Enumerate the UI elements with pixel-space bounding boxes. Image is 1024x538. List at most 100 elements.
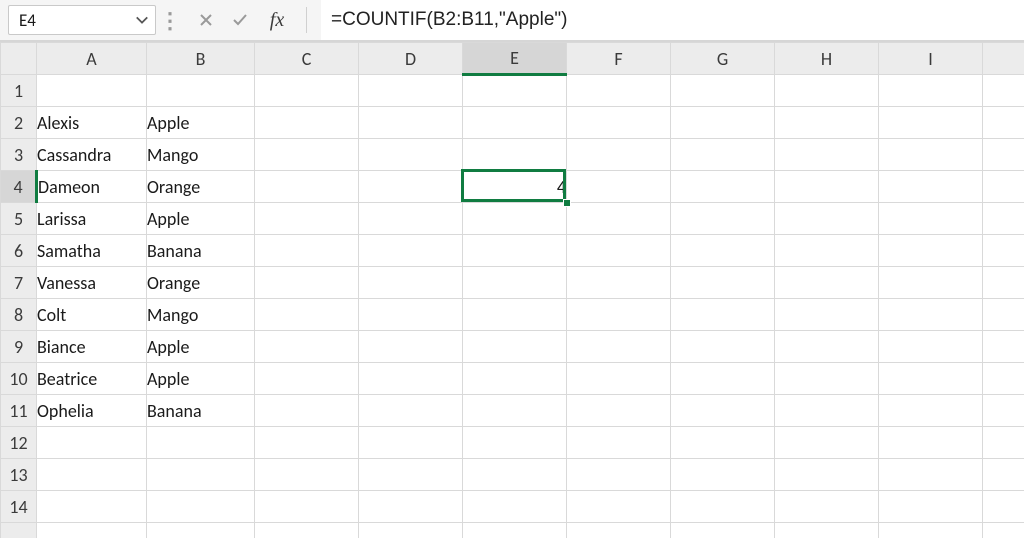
cell-F6[interactable] — [567, 235, 671, 267]
cell-A12[interactable] — [37, 427, 147, 459]
cell-H3[interactable] — [775, 139, 879, 171]
cell-D7[interactable] — [359, 267, 463, 299]
cell-C4[interactable] — [255, 171, 359, 203]
cell-D3[interactable] — [359, 139, 463, 171]
cell-J8[interactable] — [983, 299, 1024, 331]
row-header-11[interactable]: 11 — [1, 395, 37, 427]
cell-J12[interactable] — [983, 427, 1024, 459]
cell-H11[interactable] — [775, 395, 879, 427]
cell-I10[interactable] — [879, 363, 983, 395]
row-header-8[interactable]: 8 — [1, 299, 37, 331]
cell-D12[interactable] — [359, 427, 463, 459]
cell-A5[interactable]: Larissa — [37, 203, 147, 235]
cell-A10[interactable]: Beatrice — [37, 363, 147, 395]
row-header-1[interactable]: 1 — [1, 75, 37, 107]
cell-B4[interactable]: Orange — [147, 171, 255, 203]
col-header-E[interactable]: E — [463, 43, 567, 75]
cell-J6[interactable] — [983, 235, 1024, 267]
cell-G12[interactable] — [671, 427, 775, 459]
cell-J14[interactable] — [983, 491, 1024, 523]
row-header-14[interactable]: 14 — [1, 491, 37, 523]
cell-F9[interactable] — [567, 331, 671, 363]
cell-I6[interactable] — [879, 235, 983, 267]
cell-B11[interactable]: Banana — [147, 395, 255, 427]
cell-I1[interactable] — [879, 75, 983, 107]
cell-H10[interactable] — [775, 363, 879, 395]
cell-H2[interactable] — [775, 107, 879, 139]
cell-A14[interactable] — [37, 491, 147, 523]
cell-E2[interactable] — [463, 107, 567, 139]
cell-C5[interactable] — [255, 203, 359, 235]
cell-G13[interactable] — [671, 459, 775, 491]
cell-I3[interactable] — [879, 139, 983, 171]
cell-H4[interactable] — [775, 171, 879, 203]
col-header-G[interactable]: G — [671, 43, 775, 75]
cell-A7[interactable]: Vanessa — [37, 267, 147, 299]
cell-H14[interactable] — [775, 491, 879, 523]
row-header-2[interactable]: 2 — [1, 107, 37, 139]
cell-D10[interactable] — [359, 363, 463, 395]
cell-A9[interactable]: Biance — [37, 331, 147, 363]
row-header-4[interactable]: 4 — [1, 171, 37, 203]
cell-I8[interactable] — [879, 299, 983, 331]
cell-C10[interactable] — [255, 363, 359, 395]
cancel-formula-button[interactable] — [192, 6, 220, 34]
cell-G7[interactable] — [671, 267, 775, 299]
cell-H9[interactable] — [775, 331, 879, 363]
cell-D2[interactable] — [359, 107, 463, 139]
cell-J1[interactable] — [983, 75, 1024, 107]
cell-E5[interactable] — [463, 203, 567, 235]
spreadsheet-grid[interactable]: A B C D E F G H I J 1 Name Fruit 2 — [0, 42, 1024, 538]
chevron-down-icon[interactable] — [135, 13, 149, 27]
cell-F5[interactable] — [567, 203, 671, 235]
cell-G14[interactable] — [671, 491, 775, 523]
cell-D13[interactable] — [359, 459, 463, 491]
cell-E11[interactable] — [463, 395, 567, 427]
cell-D1[interactable] — [359, 75, 463, 107]
cell-G4[interactable] — [671, 171, 775, 203]
cell-C1[interactable] — [255, 75, 359, 107]
col-header-F[interactable]: F — [567, 43, 671, 75]
name-box[interactable]: E4 — [8, 5, 156, 35]
cell-G9[interactable] — [671, 331, 775, 363]
cell-H6[interactable] — [775, 235, 879, 267]
cell-C3[interactable] — [255, 139, 359, 171]
cell-D11[interactable] — [359, 395, 463, 427]
cell-C8[interactable] — [255, 299, 359, 331]
col-header-H[interactable]: H — [775, 43, 879, 75]
cell-I14[interactable] — [879, 491, 983, 523]
cell-B10[interactable]: Apple — [147, 363, 255, 395]
cell-J4[interactable] — [983, 171, 1024, 203]
cell-A3[interactable]: Cassandra — [37, 139, 147, 171]
cell-C9[interactable] — [255, 331, 359, 363]
row-header-3[interactable]: 3 — [1, 139, 37, 171]
cell-G10[interactable] — [671, 363, 775, 395]
cell-B5[interactable]: Apple — [147, 203, 255, 235]
col-header-I[interactable]: I — [879, 43, 983, 75]
cell-F7[interactable] — [567, 267, 671, 299]
cell-B13[interactable] — [147, 459, 255, 491]
cell-C14[interactable] — [255, 491, 359, 523]
cell-C2[interactable] — [255, 107, 359, 139]
row-header-10[interactable]: 10 — [1, 363, 37, 395]
cell-H13[interactable] — [775, 459, 879, 491]
cell-F2[interactable] — [567, 107, 671, 139]
cell-J9[interactable] — [983, 331, 1024, 363]
cell-C13[interactable] — [255, 459, 359, 491]
cell-J10[interactable] — [983, 363, 1024, 395]
cell-F10[interactable] — [567, 363, 671, 395]
cell-G2[interactable] — [671, 107, 775, 139]
cell-G11[interactable] — [671, 395, 775, 427]
cell-G3[interactable] — [671, 139, 775, 171]
cell-B1[interactable]: Fruit — [147, 75, 255, 107]
row-header-blank[interactable] — [1, 523, 37, 538]
cell-B6[interactable]: Banana — [147, 235, 255, 267]
cell-G8[interactable] — [671, 299, 775, 331]
cell-C7[interactable] — [255, 267, 359, 299]
cell-J11[interactable] — [983, 395, 1024, 427]
cell-F1[interactable] — [567, 75, 671, 107]
cell-E13[interactable] — [463, 459, 567, 491]
cell-J7[interactable] — [983, 267, 1024, 299]
cell-J2[interactable] — [983, 107, 1024, 139]
cell-B14[interactable] — [147, 491, 255, 523]
